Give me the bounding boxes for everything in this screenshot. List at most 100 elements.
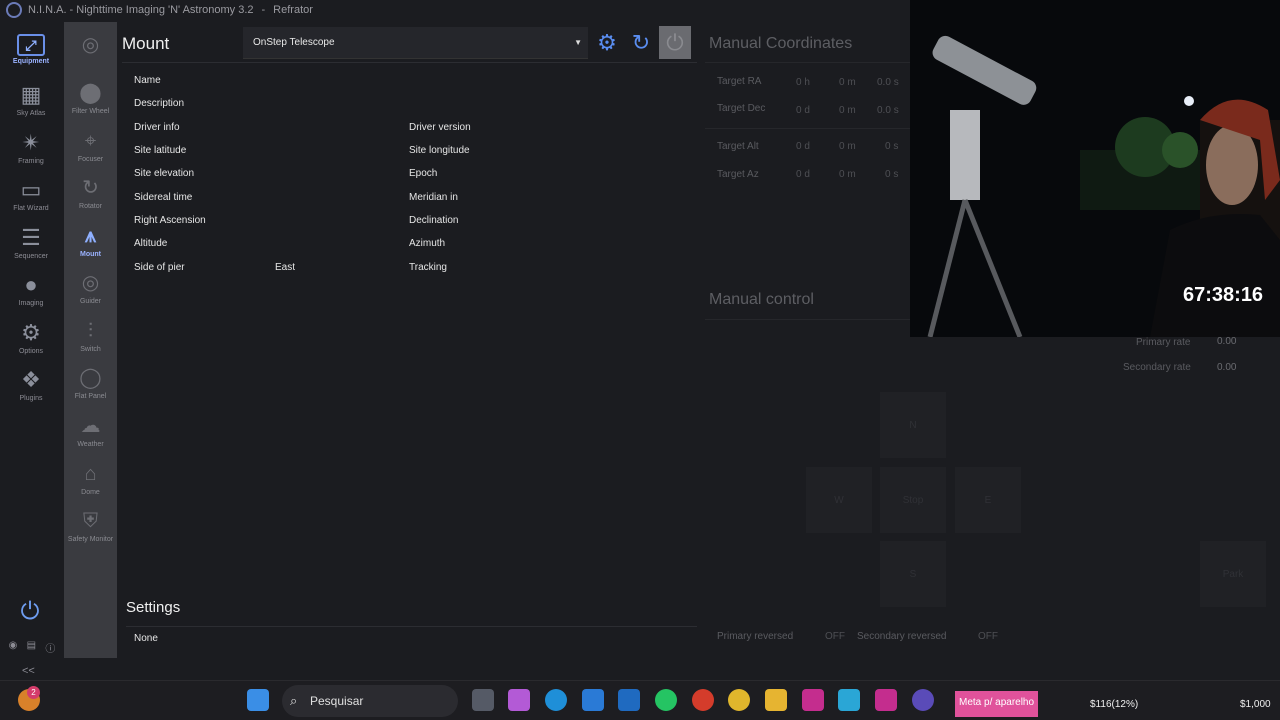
vpn-icon[interactable] [618, 689, 640, 711]
lightbulb-icon: ◯ [79, 367, 102, 389]
target-dec-seconds[interactable]: 0.0 s [877, 105, 899, 116]
refresh-icon[interactable]: ↻ [625, 26, 657, 59]
puzzle-icon: ❖ [21, 367, 41, 392]
stop-button[interactable]: Stop [880, 467, 946, 533]
nina-taskbar-icon[interactable] [912, 689, 934, 711]
target-az-seconds-unit: s [893, 169, 899, 180]
target-az-minutes-value: 0 [839, 169, 845, 180]
subnav-filter-wheel[interactable]: ⬤ Filter Wheel [64, 74, 117, 120]
book-icon[interactable]: ▤ [27, 640, 36, 652]
secondary-reversed-toggle[interactable]: OFF [978, 631, 998, 642]
header-divider [122, 62, 697, 63]
info-label-side-of-pier: Side of pier [134, 262, 185, 273]
target-az-seconds[interactable]: 0 s [885, 169, 898, 180]
target-ra-hours-unit: h [804, 77, 810, 88]
nav-sky-atlas[interactable]: ▦ Sky Atlas [0, 76, 62, 122]
target-alt-minutes[interactable]: 0 m [839, 141, 856, 152]
target-ra-seconds[interactable]: 0.0 s [877, 77, 899, 88]
disconnect-all-power-icon[interactable]: ⏻ [16, 598, 44, 626]
target-alt-degrees[interactable]: 0 d [796, 141, 810, 152]
primary-reversed-label: Primary reversed [717, 631, 794, 642]
chrome-icon[interactable] [728, 689, 750, 711]
info-label-site-latitude: Site latitude [134, 145, 187, 156]
target-alt-minutes-value: 0 [839, 141, 845, 152]
subnav-camera[interactable]: ◎ [64, 26, 117, 72]
subnav-mount[interactable]: ⩚ Mount [64, 217, 117, 263]
target-dec-degrees-unit: d [804, 105, 810, 116]
move-south-button[interactable]: S [880, 541, 946, 607]
store-icon[interactable] [582, 689, 604, 711]
device-select[interactable]: OnStep Telescope ▼ [243, 27, 588, 59]
nav-framing[interactable]: ✴ Framing [0, 124, 62, 170]
move-east-button[interactable]: E [955, 467, 1021, 533]
edge-icon[interactable] [545, 689, 567, 711]
whatsapp-icon[interactable] [655, 689, 677, 711]
nav-equipment[interactable]: ⤢ Equipment [0, 28, 62, 74]
app-pink-icon[interactable] [802, 689, 824, 711]
subnav-switch[interactable]: ⫶ Switch [64, 312, 117, 358]
copilot-icon[interactable] [508, 689, 530, 711]
target-az-degrees-value: 0 [796, 169, 802, 180]
info-icon[interactable]: ⓘ [45, 640, 55, 655]
app-pink-2-icon[interactable] [875, 689, 897, 711]
info-label-right-ascension: Right Ascension [134, 215, 206, 226]
target-dec-label: Target Dec [717, 103, 766, 114]
nav-flat-wizard[interactable]: ▭ Flat Wizard [0, 171, 62, 217]
subnav-focuser-label: Focuser [77, 156, 104, 163]
info-label-sidereal-time: Sidereal time [134, 192, 193, 203]
target-az-minutes[interactable]: 0 m [839, 169, 856, 180]
target-alt-seconds[interactable]: 0 s [885, 141, 898, 152]
subnav-rotator-label: Rotator [79, 203, 102, 210]
collapse-sidebar-button[interactable]: << [22, 665, 35, 677]
target-az-degrees[interactable]: 0 d [796, 169, 810, 180]
target-ra-hours[interactable]: 0 h [796, 77, 810, 88]
secondary-rate-input[interactable]: 0.00 [1217, 362, 1236, 373]
nav-options[interactable]: ⚙ Options [0, 314, 62, 360]
nav-sequencer[interactable]: ☰ Sequencer [0, 219, 62, 265]
subnav-dome[interactable]: ⌂ Dome [64, 455, 117, 501]
cloud-icon: ☁ [80, 415, 101, 437]
target-az-seconds-value: 0 [885, 169, 891, 180]
info-label-description: Description [134, 98, 185, 109]
move-west-button[interactable]: W [806, 467, 872, 533]
taskbar-search[interactable]: ⌕ Pesquisar [282, 685, 458, 717]
subnav-weather[interactable]: ☁ Weather [64, 407, 117, 453]
target-dec-minutes[interactable]: 0 m [839, 105, 856, 116]
target-dec-minutes-unit: m [847, 105, 856, 116]
subnav-flat-panel[interactable]: ◯ Flat Panel [64, 359, 117, 405]
nav-flat-wizard-label: Flat Wizard [13, 205, 49, 212]
target-ra-label: Target RA [717, 76, 762, 87]
target-dec-degrees[interactable]: 0 d [796, 105, 810, 116]
windows-start-icon[interactable] [247, 689, 269, 711]
subnav-rotator[interactable]: ↻ Rotator [64, 169, 117, 215]
bottom-icon-bar: ◉ ▤ ⓘ [4, 640, 60, 655]
info-label-tracking: Tracking [409, 262, 447, 273]
task-view-icon[interactable] [472, 689, 494, 711]
subnav-focuser[interactable]: ⌖ Focuser [64, 122, 117, 168]
target-ra-hours-value: 0 [796, 77, 802, 88]
subnav-safety-monitor[interactable]: ⛨ Safety Monitor [64, 502, 117, 548]
main-navigation: ⤢ Equipment ▦ Sky Atlas ✴ Framing ▭ Flat… [0, 22, 62, 658]
eye-icon[interactable]: ◉ [9, 640, 18, 652]
target-alt-degrees-value: 0 [796, 141, 802, 152]
connect-power-button[interactable]: ⏻ [659, 26, 691, 59]
settings-gear-icon[interactable]: ⚙ [591, 26, 623, 59]
park-button[interactable]: Park [1200, 541, 1266, 607]
nav-plugins[interactable]: ❖ Plugins [0, 361, 62, 407]
primary-rate-input[interactable]: 0.00 [1217, 336, 1236, 347]
target-az-minutes-unit: m [847, 169, 856, 180]
target-dec-minutes-value: 0 [839, 105, 845, 116]
app-sync-icon[interactable] [838, 689, 860, 711]
info-label-meridian-in: Meridian in [409, 192, 458, 203]
move-north-button[interactable]: N [880, 392, 946, 458]
file-explorer-icon[interactable] [765, 689, 787, 711]
nav-sky-atlas-label: Sky Atlas [16, 110, 46, 117]
target-ra-minutes[interactable]: 0 m [839, 77, 856, 88]
subnav-guider[interactable]: ◎ Guider [64, 264, 117, 310]
primary-reversed-toggle[interactable]: OFF [825, 631, 845, 642]
nav-imaging[interactable]: ● Imaging [0, 266, 62, 312]
stream-timer: 67:38:16 [1183, 284, 1264, 306]
settings-value: None [134, 633, 158, 644]
opera-icon[interactable] [692, 689, 714, 711]
info-label-driver-version: Driver version [409, 122, 471, 133]
